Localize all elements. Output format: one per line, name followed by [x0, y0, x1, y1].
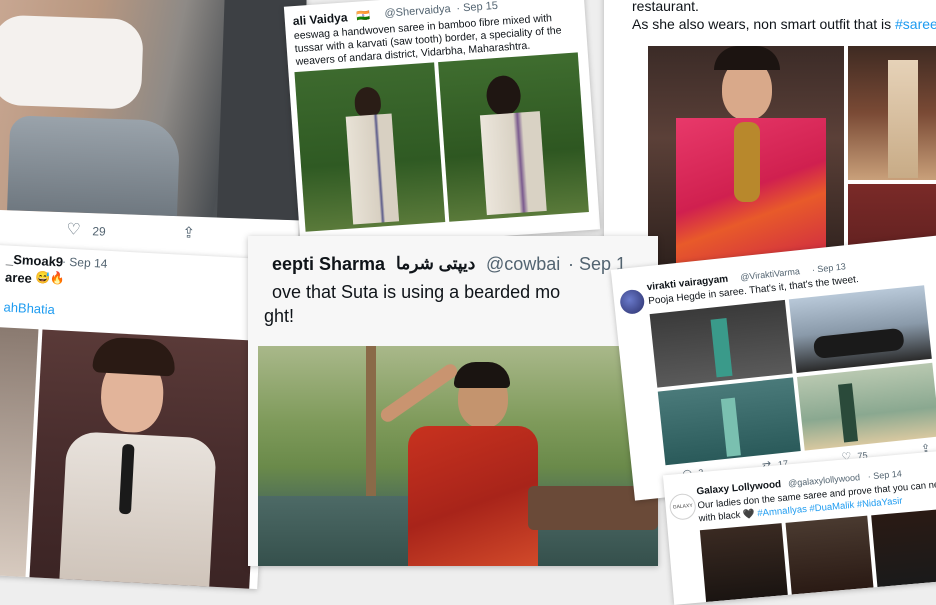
- tweet-text-prefix: As she also wears, non smart outfit that…: [632, 16, 896, 32]
- tweet-photo[interactable]: [657, 377, 801, 466]
- tweet-card-mid-left: _Smoak9 · Sep 14 aree 😅🔥 ahBhatia: [0, 244, 275, 590]
- tweet-text-line-1: ove that Suta is using a bearded mo: [272, 282, 561, 302]
- tweet-photo[interactable]: [438, 52, 589, 222]
- tweet-photo[interactable]: [785, 515, 874, 595]
- author-handle[interactable]: @ViraktiVarma: [740, 266, 801, 282]
- tweet-card-top-middle: ali Vaidya 🇮🇳 @Shervaidya · Sep 15 eeswa…: [283, 0, 601, 251]
- tweet-photo[interactable]: [29, 329, 263, 590]
- author-handle[interactable]: @galaxylollywood: [788, 472, 861, 488]
- like-icon[interactable]: ♡: [66, 219, 81, 238]
- author-handle[interactable]: @cowbai: [486, 254, 560, 275]
- tweet-text-line-2: ght!: [264, 306, 295, 326]
- tweet-card-galaxy: GALAXY Galaxy Lollywood @galaxylollywood…: [662, 449, 936, 605]
- tweet-text-prefix: with black 🖤: [698, 508, 758, 525]
- tweet-photo[interactable]: [648, 46, 844, 276]
- tweet-date[interactable]: · Sep 14: [62, 254, 108, 270]
- tweet-photo[interactable]: [294, 62, 446, 232]
- tweet-photo[interactable]: [649, 299, 793, 388]
- galaxy-logo[interactable]: GALAXY: [668, 492, 697, 521]
- author-handle[interactable]: @Shervaidya: [384, 3, 451, 20]
- saree-hashtag[interactable]: #saree: [895, 16, 936, 32]
- author-name[interactable]: ali Vaidya: [292, 10, 348, 28]
- tweet-photo[interactable]: [796, 362, 936, 451]
- mention-link[interactable]: ahBhatia: [3, 299, 55, 317]
- tweet-photo[interactable]: [871, 508, 936, 588]
- like-count: 29: [92, 224, 106, 239]
- tweet-photo[interactable]: [699, 523, 788, 603]
- tweet-photo[interactable]: [788, 285, 932, 374]
- verified-flag: 🇮🇳: [356, 9, 371, 23]
- author-name-urdu[interactable]: دیپتی شرما: [396, 254, 475, 274]
- tweet-photo[interactable]: [848, 46, 936, 180]
- avatar[interactable]: [619, 288, 646, 316]
- tweet-text-line-2: As she also wears, non smart outfit that…: [632, 16, 936, 32]
- tweet-text-line-1: restaurant.: [632, 0, 699, 14]
- tweet-card-top-left: ♡ 29 ⇪: [0, 0, 307, 274]
- author-name[interactable]: eepti Sharma: [272, 254, 385, 275]
- tweet-photo[interactable]: [258, 346, 658, 566]
- tweet-emoji: 😅🔥: [34, 270, 66, 286]
- tweet-date[interactable]: · Sep 15: [456, 0, 498, 15]
- tweet-date[interactable]: · Sep 13: [811, 261, 846, 275]
- tweet-card-mid-center: eepti Sharma دیپتی شرما @cowbai · Sep 1 …: [248, 236, 658, 566]
- tweet-date[interactable]: · Sep 14: [867, 469, 902, 482]
- galaxy-logo-text: GALAXY: [672, 502, 693, 511]
- author-handle[interactable]: _Smoak9: [6, 252, 64, 270]
- tweet-text: aree: [4, 269, 33, 286]
- share-icon[interactable]: ⇪: [182, 223, 195, 241]
- tweet-photo[interactable]: [0, 0, 307, 221]
